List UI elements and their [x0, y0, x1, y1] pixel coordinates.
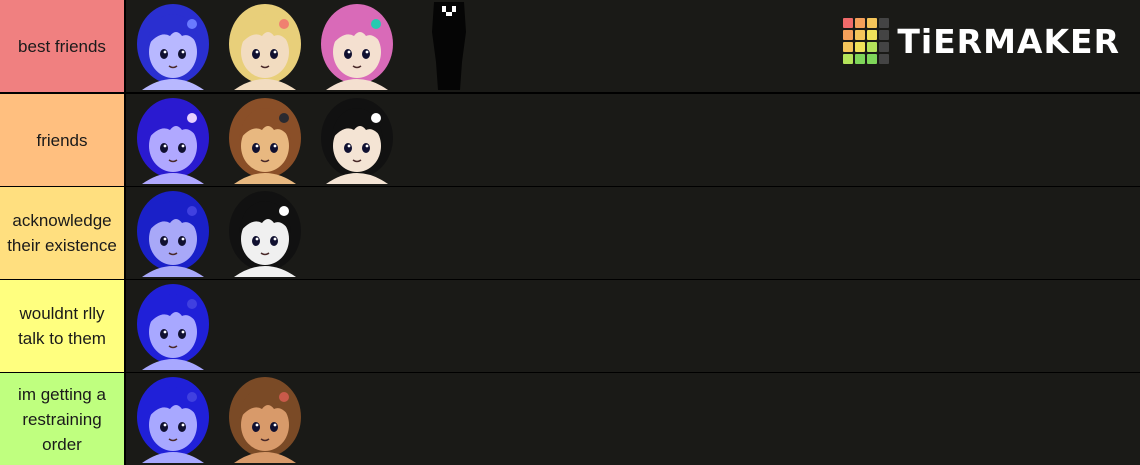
flower-crown-blue-character[interactable]: [130, 2, 216, 90]
tier-label[interactable]: im getting a restraining order: [0, 373, 124, 465]
logo-square: [855, 30, 866, 40]
blue-spiky-hair-character[interactable]: [130, 282, 216, 370]
logo-square: [867, 54, 878, 64]
tier-items-3[interactable]: [126, 187, 1140, 279]
tier-row-5: im getting a restraining order: [0, 373, 1140, 465]
logo-square: [879, 18, 890, 28]
pink-hair-character[interactable]: [314, 2, 400, 90]
logo-square: [855, 18, 866, 28]
tier-items-1[interactable]: TiERMAKER: [126, 0, 1140, 92]
logo-square: [855, 42, 866, 52]
tiermaker-logo-icon: [843, 18, 890, 64]
logo-square: [843, 54, 854, 64]
brown-bob-character[interactable]: [222, 375, 308, 463]
logo-square: [867, 18, 878, 28]
black-hair-character[interactable]: [314, 96, 400, 184]
tier-row-4: wouldnt rlly talk to them: [0, 280, 1140, 372]
brown-hair-character[interactable]: [222, 96, 308, 184]
tier-row-1: best friends TiERMAKER: [0, 0, 1140, 92]
tier-label[interactable]: wouldnt rlly talk to them: [0, 280, 124, 372]
tier-items-5[interactable]: [126, 373, 1140, 465]
tier-row-2: friends: [0, 94, 1140, 186]
logo-square: [879, 42, 890, 52]
blue-shorthair-character[interactable]: [130, 375, 216, 463]
tier-label[interactable]: acknowledge their existence: [0, 187, 124, 279]
tier-items-2[interactable]: [126, 94, 1140, 186]
logo-square: [843, 30, 854, 40]
tier-label[interactable]: best friends: [0, 0, 124, 92]
tier-row-3: acknowledge their existence: [0, 187, 1140, 279]
blue-longhair-character[interactable]: [130, 189, 216, 277]
logo-square: [867, 42, 878, 52]
monochrome-character[interactable]: [222, 189, 308, 277]
tier-list-board: best friends TiERMAKER friends acknowled…: [0, 0, 1140, 465]
tier-label[interactable]: friends: [0, 94, 124, 186]
logo-square: [867, 30, 878, 40]
tier-items-4[interactable]: [126, 280, 1140, 372]
shadow-silhouette-character[interactable]: [406, 2, 492, 90]
blonde-character[interactable]: [222, 2, 308, 90]
logo-square: [879, 54, 890, 64]
tiermaker-logo-text: TiERMAKER: [897, 21, 1120, 61]
blue-longhair-bow-character[interactable]: [130, 96, 216, 184]
logo-square: [843, 42, 854, 52]
tiermaker-logo: TiERMAKER: [843, 18, 1120, 64]
logo-square: [855, 54, 866, 64]
logo-square: [879, 30, 890, 40]
logo-square: [843, 18, 854, 28]
